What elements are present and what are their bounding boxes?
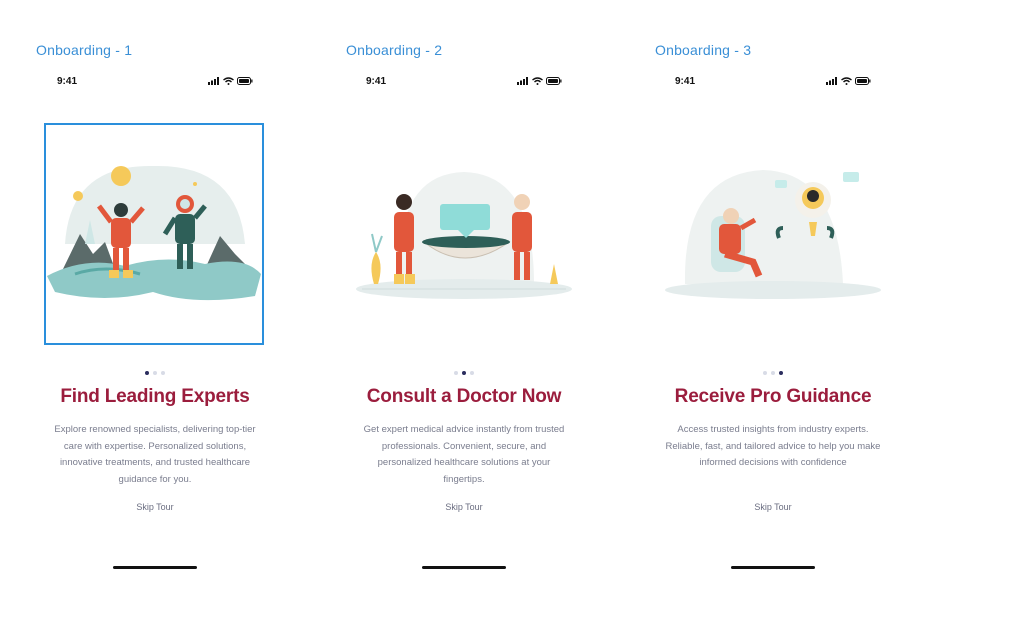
battery-icon	[237, 77, 253, 85]
illustration-pro-guidance	[663, 124, 881, 344]
onboarding-description: Explore renowned specialists, delivering…	[54, 424, 256, 485]
illustration-astronauts-planet[interactable]	[44, 123, 264, 345]
onboarding-description: Get expert medical advice instantly from…	[363, 424, 565, 485]
frame-label-onboarding-2: Onboarding - 2	[346, 42, 443, 58]
onboarding-title: Find Leading Experts	[60, 386, 250, 407]
page-dot-2	[153, 371, 157, 375]
home-indicator	[113, 566, 197, 569]
home-indicator	[731, 566, 815, 569]
signal-icon	[517, 77, 528, 85]
battery-icon	[855, 77, 871, 85]
page-dot-1	[454, 371, 458, 375]
wifi-icon	[841, 77, 852, 85]
sun-icon	[111, 166, 131, 186]
onboarding-screen-2: 9:41 Consult a Doctor Now Get expert med…	[344, 66, 584, 586]
status-bar: 9:41	[35, 76, 275, 90]
page-dot-3	[779, 371, 783, 375]
page-dot-1	[145, 371, 149, 375]
wifi-icon	[223, 77, 234, 85]
status-time: 9:41	[366, 76, 387, 87]
signal-icon	[826, 77, 837, 85]
skip-tour-button[interactable]: Skip Tour	[653, 502, 893, 512]
onboarding-title: Consult a Doctor Now	[366, 386, 562, 407]
skip-tour-button[interactable]: Skip Tour	[344, 502, 584, 512]
frame-label-onboarding-1: Onboarding - 1	[36, 42, 133, 58]
onboarding-description: Access trusted insights from industry ex…	[665, 424, 881, 468]
signal-icon	[208, 77, 219, 85]
page-dot-1	[763, 371, 767, 375]
page-dot-3	[470, 371, 474, 375]
frame-label-onboarding-3: Onboarding - 3	[655, 42, 752, 58]
onboarding-title: Receive Pro Guidance	[674, 386, 872, 407]
status-time: 9:41	[57, 76, 78, 87]
page-indicator	[35, 371, 275, 375]
status-time: 9:41	[675, 76, 696, 87]
page-dot-2	[462, 371, 466, 375]
status-bar: 9:41	[653, 76, 893, 90]
status-bar: 9:41	[344, 76, 584, 90]
battery-icon	[546, 77, 562, 85]
page-dot-2	[771, 371, 775, 375]
wifi-icon	[532, 77, 543, 85]
page-indicator	[344, 371, 584, 375]
page-dot-3	[161, 371, 165, 375]
onboarding-screen-1: 9:41 Find Leading Experts Explore renown…	[35, 66, 275, 586]
home-indicator	[422, 566, 506, 569]
monitor-screen	[440, 204, 490, 230]
illustration-doctor-consultation	[354, 124, 572, 344]
onboarding-screen-3: 9:41 Receive Pro Guidance Access trusted…	[653, 66, 893, 586]
skip-tour-button[interactable]: Skip Tour	[35, 502, 275, 512]
page-indicator	[653, 371, 893, 375]
